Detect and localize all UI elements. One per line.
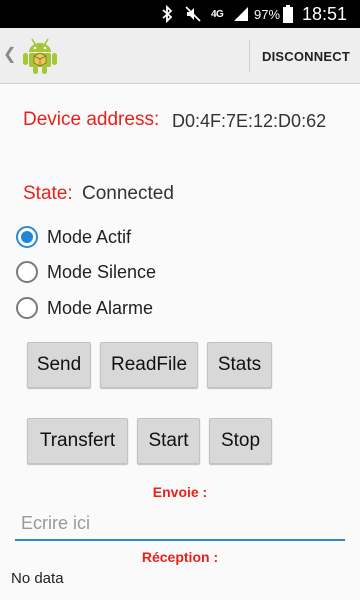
action-bar: ❮ DISCONNECT	[0, 28, 360, 84]
start-button[interactable]: Start	[137, 418, 200, 464]
radio-button[interactable]	[16, 261, 38, 283]
send-section-label: Envoie :	[152, 484, 208, 500]
stop-button[interactable]: Stop	[209, 418, 272, 464]
battery-percent: 97%	[254, 6, 281, 22]
chevron-left-icon[interactable]: ❮	[3, 44, 16, 64]
radio-label: Mode Silence	[47, 261, 157, 282]
radio-button[interactable]	[16, 297, 38, 319]
reception-value: No data	[11, 570, 64, 587]
android-logo-icon[interactable]	[22, 37, 58, 75]
send-button[interactable]: Send	[27, 342, 91, 388]
action-bar-divider	[249, 40, 250, 72]
mute-icon	[184, 0, 202, 28]
state-label: State:	[23, 183, 73, 204]
message-input[interactable]	[15, 507, 345, 541]
disconnect-button[interactable]: DISCONNECT	[252, 28, 360, 84]
network-type: 4G	[211, 8, 224, 20]
radio-label: Mode Actif	[47, 226, 132, 247]
radio-label: Mode Alarme	[47, 297, 154, 318]
device-address-label: Device address:	[23, 109, 160, 130]
reception-label: Réception :	[141, 549, 219, 565]
transfert-button[interactable]: Transfert	[27, 418, 128, 464]
radio-mode-actif[interactable]: Mode Actif	[16, 222, 131, 252]
bluetooth-icon	[160, 0, 174, 28]
clock: 18:51	[302, 3, 348, 24]
device-address-value: D0:4F:7E:12:D0:62	[172, 111, 327, 131]
readfile-button[interactable]: ReadFile	[100, 342, 198, 388]
radio-mode-alarme[interactable]: Mode Alarme	[16, 293, 153, 323]
radio-mode-silence[interactable]: Mode Silence	[16, 257, 156, 287]
stats-button[interactable]: Stats	[207, 342, 272, 388]
signal-icon	[232, 0, 250, 28]
status-bar: 4G 97% 18:51	[0, 0, 360, 28]
battery-icon	[282, 0, 294, 28]
radio-button-checked[interactable]	[16, 226, 38, 248]
state-value: Connected	[82, 183, 174, 204]
